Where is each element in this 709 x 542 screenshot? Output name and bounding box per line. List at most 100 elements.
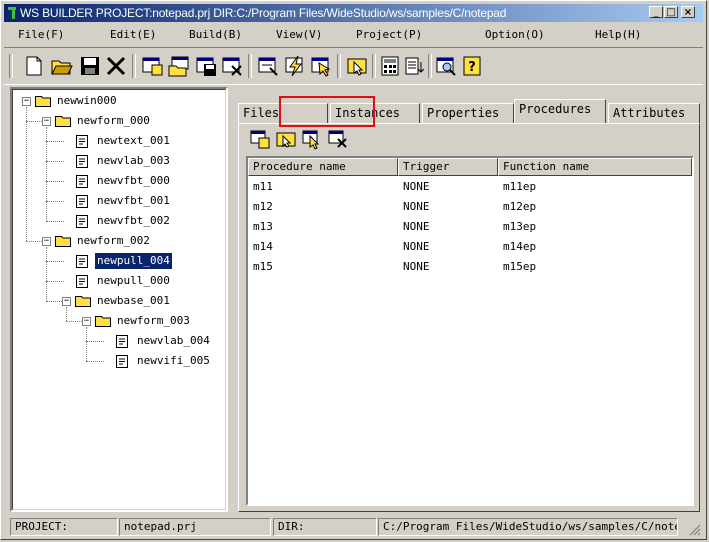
table-row[interactable]: m12 NONE m12ep: [248, 197, 692, 217]
tab-procedures[interactable]: Procedures: [514, 99, 606, 123]
run-icon[interactable]: [309, 54, 333, 78]
tree-node-label: newform_000: [77, 114, 150, 127]
save-form-icon[interactable]: [194, 54, 218, 78]
cell-procedure-name: m14: [253, 240, 273, 253]
select-icon[interactable]: [345, 54, 369, 78]
tree-expander-icon[interactable]: −: [42, 117, 51, 126]
svg-text:?: ?: [468, 60, 476, 75]
procedures-table[interactable]: Procedure name Trigger Function name m11…: [246, 156, 694, 506]
list-icon[interactable]: [402, 54, 426, 78]
toolbar: ?: [4, 47, 703, 85]
toolbar-grip: [9, 54, 13, 78]
delete-procedure-icon[interactable]: [327, 128, 349, 150]
header-procedure-name[interactable]: Procedure name: [248, 158, 398, 176]
table-row[interactable]: m13 NONE m13ep: [248, 217, 692, 237]
new-procedure-icon[interactable]: [249, 128, 271, 150]
table-row[interactable]: m11 NONE m11ep: [248, 177, 692, 197]
document-icon: [76, 215, 88, 228]
tree-expander-icon[interactable]: −: [82, 317, 91, 326]
close-x-icon[interactable]: [104, 54, 128, 78]
tree-item-node[interactable]: newtext_001: [12, 133, 226, 149]
tree-item-node[interactable]: newvifi_005: [12, 353, 226, 369]
tree-connector: [26, 107, 27, 241]
tree-expander-icon[interactable]: −: [22, 97, 31, 106]
tree-node-label: newtext_001: [97, 134, 170, 147]
menu-project[interactable]: Project(P): [356, 28, 422, 41]
folder-icon: [35, 96, 51, 107]
tree-node-label: newvfbt_000: [97, 174, 170, 187]
tree-connector: [86, 327, 87, 361]
tree-connector: [46, 141, 64, 142]
new-form-icon[interactable]: [140, 54, 164, 78]
calculator-icon[interactable]: [378, 54, 402, 78]
tree-folder-node[interactable]: − newform_003: [12, 313, 226, 329]
delete-form-icon[interactable]: [220, 54, 244, 78]
document-icon: [76, 135, 88, 148]
tree-folder-node[interactable]: − newwin000: [12, 93, 226, 109]
tree-item-node[interactable]: newvfbt_001: [12, 193, 226, 209]
procedures-tab-highlight: [279, 96, 375, 127]
tree-expander-icon[interactable]: −: [62, 297, 71, 306]
cell-function-name: m14ep: [503, 240, 537, 253]
save-icon[interactable]: [78, 54, 102, 78]
tree-node-label: newform_002: [77, 234, 150, 247]
tab-properties[interactable]: Properties: [422, 103, 514, 123]
toolbar-separator: [248, 54, 252, 78]
app-icon: [8, 7, 16, 19]
new-file-icon[interactable]: [22, 54, 46, 78]
menu-build[interactable]: Build(B): [189, 28, 242, 41]
tree-connector: [46, 221, 64, 222]
menu-option[interactable]: Option(O): [485, 28, 545, 41]
table-row[interactable]: m15 NONE m15ep: [248, 257, 692, 277]
tree-folder-node[interactable]: − newform_002: [12, 233, 226, 249]
close-window-button[interactable]: ×: [681, 6, 695, 18]
folder-icon: [75, 296, 91, 307]
folder-icon: [95, 316, 111, 327]
edit-procedure-icon[interactable]: [301, 128, 323, 150]
minimize-button[interactable]: _: [649, 6, 663, 18]
help-icon[interactable]: ?: [460, 54, 484, 78]
toolbar-separator: [428, 54, 432, 78]
menu-view[interactable]: View(V): [276, 28, 322, 41]
document-icon: [76, 175, 88, 188]
status-dir-value: C:/Program Files/WideStudio/ws/samples/C…: [378, 518, 678, 536]
folder-icon: [55, 236, 71, 247]
resize-grip-icon[interactable]: [689, 524, 701, 536]
tree-item-node[interactable]: newvfbt_002: [12, 213, 226, 229]
tree-item-node[interactable]: newvfbt_000: [12, 173, 226, 189]
open-procedure-icon[interactable]: [275, 128, 297, 150]
title-bar[interactable]: WS BUILDER PROJECT:notepad.prj DIR:C:/Pr…: [4, 4, 703, 22]
menu-bar: File(F) Edit(E) Build(B) View(V) Project…: [4, 24, 703, 44]
tree-connector: [86, 361, 104, 362]
table-row[interactable]: m14 NONE m14ep: [248, 237, 692, 257]
menu-file[interactable]: File(F): [18, 28, 64, 41]
tree-item-node[interactable]: newpull_004: [12, 253, 226, 269]
menu-help[interactable]: Help(H): [595, 28, 641, 41]
tree-folder-node[interactable]: − newbase_001: [12, 293, 226, 309]
tree-node-label: newwin000: [57, 94, 117, 107]
lightning-icon[interactable]: [283, 54, 307, 78]
header-trigger[interactable]: Trigger: [398, 158, 498, 176]
tree-connector: [46, 281, 64, 282]
tree-folder-node[interactable]: − newform_000: [12, 113, 226, 129]
tree-item-node[interactable]: newvlab_003: [12, 153, 226, 169]
toolbar-separator: [337, 54, 341, 78]
status-dir-label: DIR:: [273, 518, 377, 536]
procedures-panel: Procedure name Trigger Function name m11…: [238, 123, 700, 512]
cell-trigger: NONE: [403, 240, 430, 253]
cell-function-name: m12ep: [503, 200, 537, 213]
maximize-button[interactable]: □: [664, 6, 678, 18]
document-icon: [76, 255, 88, 268]
tab-attributes[interactable]: Attributes: [608, 103, 700, 123]
header-function-name[interactable]: Function name: [498, 158, 692, 176]
project-tree[interactable]: − newwin000 − newform_000 newtext_001newvlab…: [10, 87, 228, 512]
right-panel: Files Instances Properties Procedures At…: [233, 87, 703, 512]
tree-item-node[interactable]: newpull_000: [12, 273, 226, 289]
open-folder-icon[interactable]: [50, 54, 74, 78]
open-form-icon[interactable]: [167, 54, 191, 78]
tree-item-node[interactable]: newvlab_004: [12, 333, 226, 349]
build-icon[interactable]: [256, 54, 280, 78]
menu-edit[interactable]: Edit(E): [110, 28, 156, 41]
tree-expander-icon[interactable]: −: [42, 237, 51, 246]
search-icon[interactable]: [434, 54, 458, 78]
